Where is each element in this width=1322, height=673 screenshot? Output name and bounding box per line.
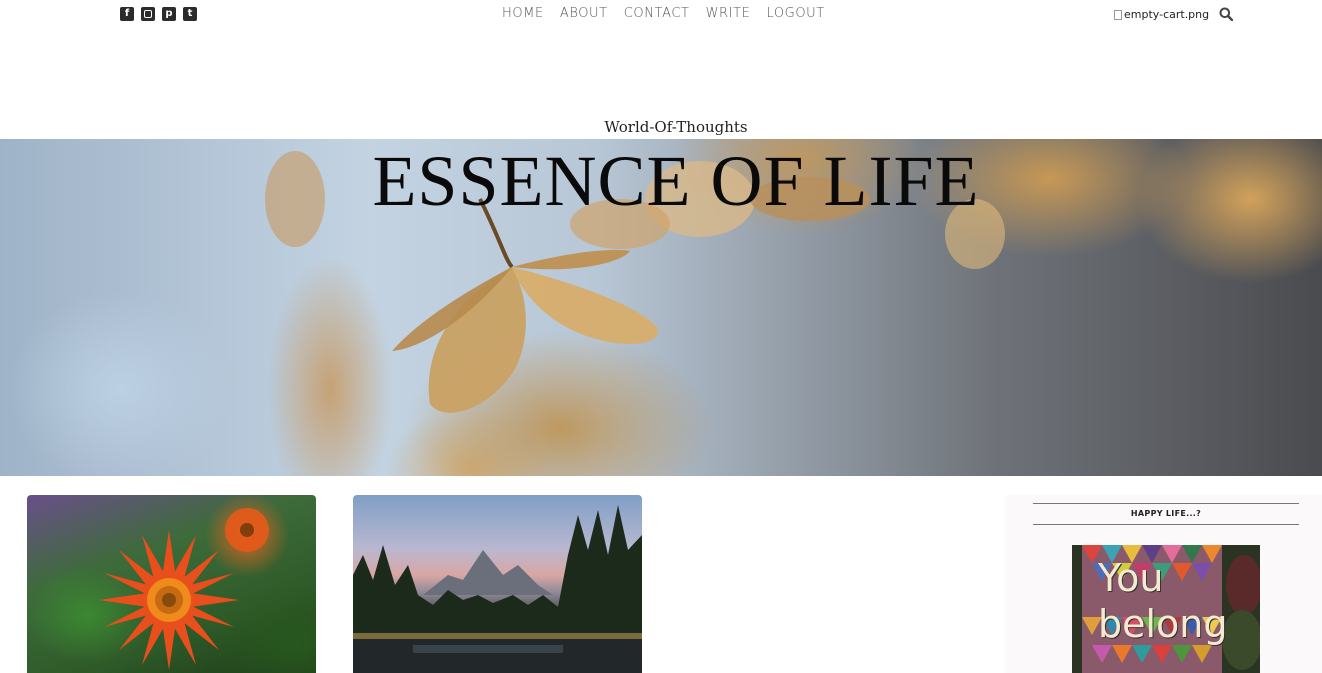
sidebar: HAPPY LIFE...? You belong xyxy=(1005,495,1322,673)
instagram-icon[interactable] xyxy=(141,7,155,21)
post-card-mountains[interactable] xyxy=(353,495,642,673)
hero-banner: ESSENCE OF LIFE xyxy=(0,139,1322,476)
sidebar-title: HAPPY LIFE...? xyxy=(1033,503,1299,525)
mountain-lake-image xyxy=(353,505,642,673)
cart-image[interactable]: empty-cart.png xyxy=(1114,8,1209,21)
cart-alt-text: empty-cart.png xyxy=(1124,8,1210,21)
facebook-icon[interactable]: f xyxy=(120,7,134,21)
nav-contact-link[interactable]: CONTACT xyxy=(624,6,690,21)
sidebar-image[interactable]: You belong xyxy=(1072,545,1260,673)
image-text-line1: You xyxy=(1098,556,1164,600)
broken-image-icon xyxy=(1114,9,1122,20)
sidebar-image-text: You belong xyxy=(1098,555,1228,647)
social-links: f p t xyxy=(120,7,197,21)
flower-image xyxy=(99,508,269,670)
site-title: ESSENCE OF LIFE xyxy=(372,141,980,221)
nav-write-link[interactable]: WRITE xyxy=(706,6,751,21)
main-nav: HOME ABOUT CONTACT WRITE LOGOUT xyxy=(502,6,825,21)
twitter-icon[interactable]: t xyxy=(183,7,197,21)
nav-home-link[interactable]: HOME xyxy=(502,6,544,21)
search-icon[interactable] xyxy=(1219,7,1233,21)
pinterest-icon[interactable]: p xyxy=(162,7,176,21)
nav-logout-link[interactable]: LOGOUT xyxy=(766,6,824,21)
post-card-flower[interactable] xyxy=(27,495,316,673)
site-subtitle: World-Of-Thoughts xyxy=(604,118,748,136)
top-bar: f p t HOME ABOUT CONTACT WRITE LOGOUT em… xyxy=(0,0,1322,30)
nav-about-link[interactable]: ABOUT xyxy=(560,6,608,21)
image-text-line2: belong xyxy=(1098,602,1228,646)
